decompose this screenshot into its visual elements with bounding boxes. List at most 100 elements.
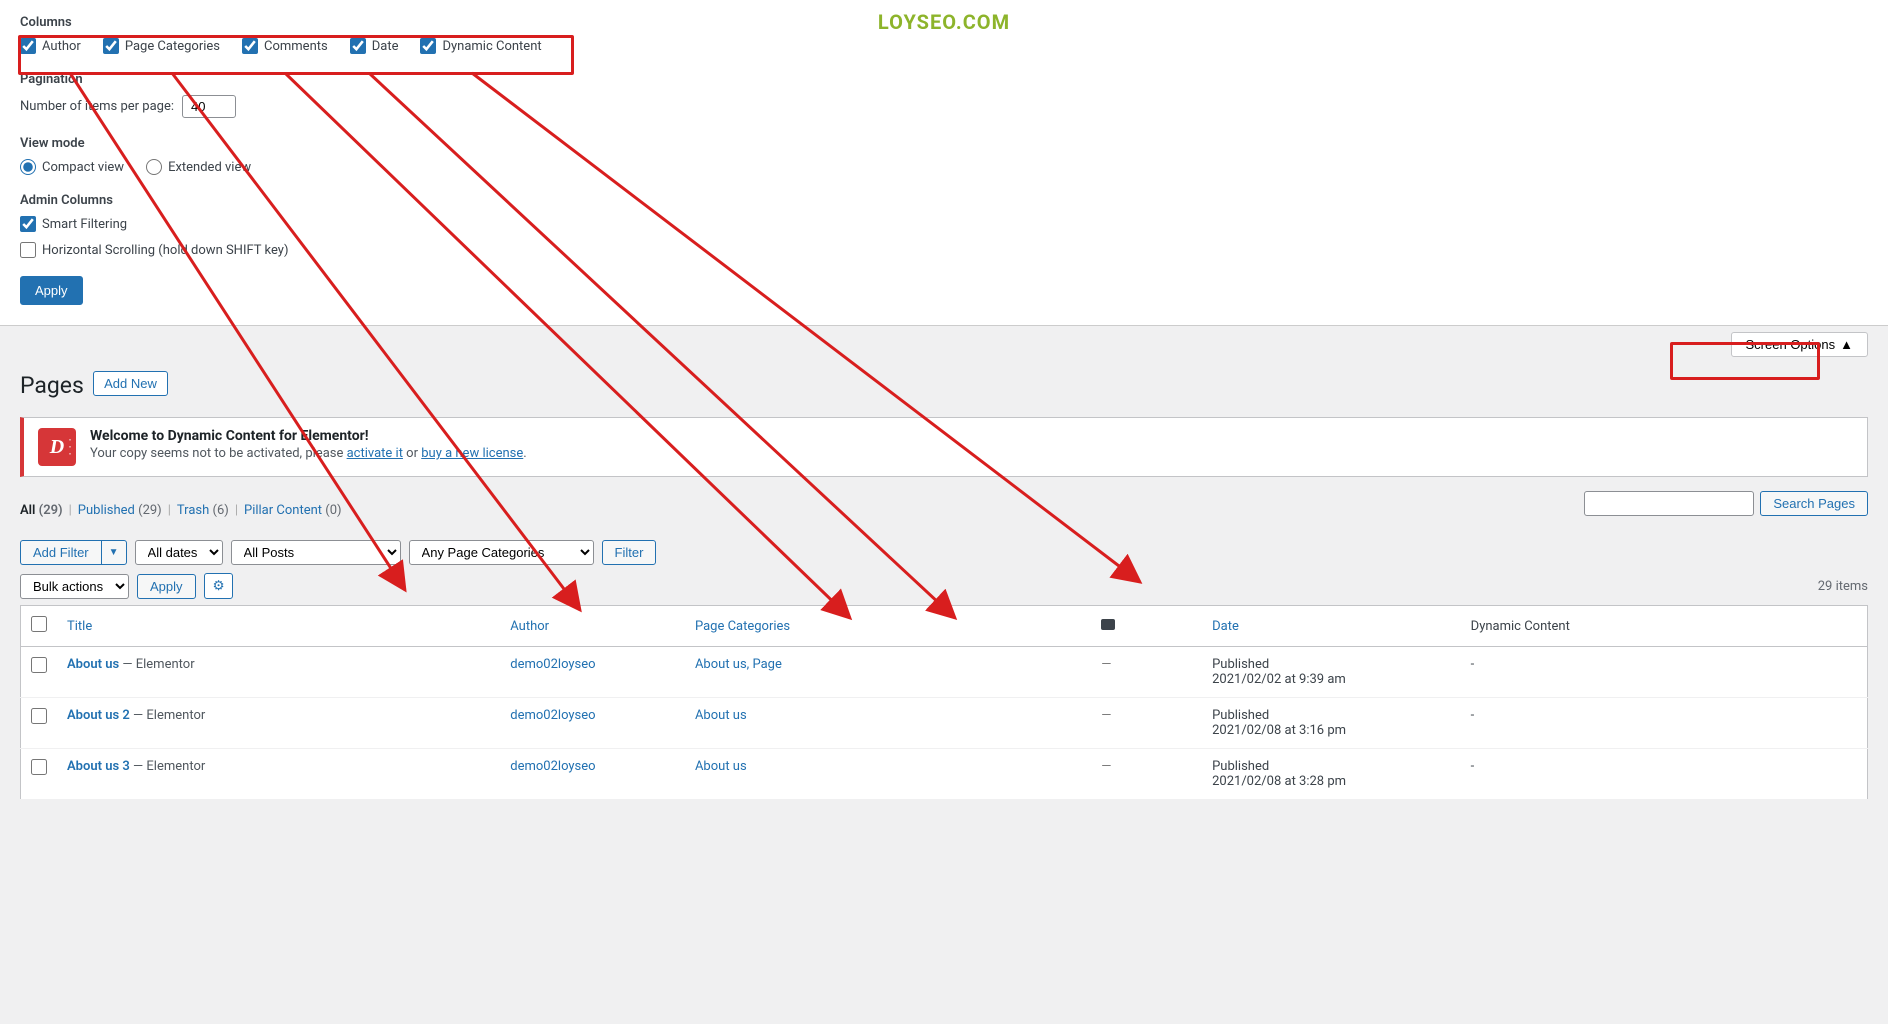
categories-link[interactable]: About us, Page (695, 657, 782, 672)
view-extended[interactable]: Extended view (146, 159, 251, 175)
watermark: LOYSEO.COM (878, 10, 1010, 34)
table-row: About us — Elementordemo02loyseoAbout us… (21, 647, 1868, 698)
row-checkbox[interactable] (31, 708, 47, 724)
column-check-comments[interactable]: Comments (242, 38, 328, 54)
screen-options-toggle[interactable]: Screen Options ▲ (1731, 332, 1868, 357)
page-title-link[interactable]: About us 2 (67, 708, 130, 723)
pages-table: Title Author Page Categories Date Dynami… (20, 605, 1868, 800)
dynamic-value: - (1471, 657, 1475, 672)
view-compact[interactable]: Compact view (20, 159, 124, 175)
search-box: Search Pages (1584, 491, 1868, 516)
pagination-fieldset: Pagination Number of items per page: (20, 72, 1868, 118)
search-input[interactable] (1584, 491, 1754, 516)
apply-screen-options-button[interactable]: Apply (20, 276, 83, 305)
filter-button[interactable]: Filter (602, 540, 657, 565)
header-author[interactable]: Author (510, 619, 549, 634)
filter-pillar-content[interactable]: Pillar Content (0) (244, 503, 342, 518)
notice-body: Welcome to Dynamic Content for Elementor… (90, 428, 527, 461)
checkbox-horiz-scroll[interactable] (20, 242, 36, 258)
admin-columns-legend: Admin Columns (20, 193, 113, 208)
add-filter-group: Add Filter ▼ (20, 540, 127, 565)
date-status: Published (1212, 657, 1451, 672)
activation-notice: D Welcome to Dynamic Content for Element… (20, 417, 1868, 477)
notice-message: Your copy seems not to be activated, ple… (90, 446, 527, 461)
columns-legend: Columns (20, 15, 72, 30)
activate-link[interactable]: activate it (347, 446, 403, 461)
dynamic-value: - (1471, 708, 1475, 723)
select-all-checkbox[interactable] (31, 616, 47, 632)
tablenav-bulk: Bulk actions Apply ⚙ 29 items (20, 573, 1868, 599)
author-link[interactable]: demo02loyseo (510, 708, 595, 723)
items-count: 29 items (1818, 579, 1868, 594)
posts-filter-select[interactable]: All Posts (231, 540, 401, 565)
table-row: About us 2 — Elementor demo02loyseo About … (21, 698, 1868, 749)
view-mode-legend: View mode (20, 136, 85, 151)
title-suffix: — Elementor (130, 708, 205, 723)
admin-columns-fieldset: Admin Columns Smart Filtering Horizontal… (20, 193, 1868, 258)
radio-extended[interactable] (146, 159, 162, 175)
per-page-label: Number of items per page: (20, 99, 174, 114)
buy-license-link[interactable]: buy a new license (421, 446, 523, 461)
comments-dash: — (1101, 759, 1111, 774)
dynamic-value: - (1471, 759, 1475, 774)
date-status: Published (1212, 708, 1451, 723)
date-status: Published (1212, 759, 1451, 774)
table-row: About us 3 — Elementor demo02loyseo About … (21, 749, 1868, 800)
chevron-up-icon: ▲ (1840, 337, 1853, 352)
checkbox-page-categories[interactable] (103, 38, 119, 54)
row-checkbox[interactable] (31, 657, 47, 673)
filter-published[interactable]: Published (29) (78, 503, 162, 518)
checkbox-smart-filtering[interactable] (20, 216, 36, 232)
category-filter-select[interactable]: Any Page Categories (409, 540, 594, 565)
add-filter-dropdown-button[interactable]: ▼ (101, 540, 127, 565)
date-value: 2021/02/08 at 3:16 pm (1212, 723, 1346, 738)
header-categories[interactable]: Page Categories (695, 619, 790, 634)
author-link[interactable]: demo02loyseo (510, 657, 595, 672)
bulk-actions-select[interactable]: Bulk actions (20, 574, 129, 599)
columns-checkbox-row: Author Page Categories Comments Date Dyn… (20, 38, 1868, 54)
view-mode-fieldset: View mode Compact view Extended view (20, 136, 1868, 175)
date-value: 2021/02/08 at 3:28 pm (1212, 774, 1346, 789)
notice-title: Welcome to Dynamic Content for Elementor… (90, 428, 369, 444)
header-date[interactable]: Date (1212, 619, 1239, 634)
checkbox-comments[interactable] (242, 38, 258, 54)
page-title-link[interactable]: About us 3 (67, 759, 130, 774)
gear-icon: ⚙ (213, 578, 225, 593)
categories-link[interactable]: About us (695, 759, 747, 774)
header-title[interactable]: Title (67, 619, 92, 634)
pagination-legend: Pagination (20, 72, 83, 87)
date-value: 2021/02/02 at 9:39 am (1212, 672, 1346, 687)
tablenav-top: Add Filter ▼ All dates All Posts Any Pag… (20, 540, 1868, 565)
title-suffix: — Elementor (130, 759, 205, 774)
search-pages-button[interactable]: Search Pages (1760, 491, 1868, 516)
checkbox-date[interactable] (350, 38, 366, 54)
column-check-date[interactable]: Date (350, 38, 399, 54)
add-new-button[interactable]: Add New (93, 371, 168, 396)
checkbox-author[interactable] (20, 38, 36, 54)
categories-link[interactable]: About us (695, 708, 747, 723)
page-title: Pages (20, 372, 84, 399)
per-page-input[interactable] (182, 95, 236, 118)
author-link[interactable]: demo02loyseo (510, 759, 595, 774)
column-check-page-categories[interactable]: Page Categories (103, 38, 220, 54)
smart-filtering-check[interactable]: Smart Filtering (20, 216, 1868, 232)
dce-logo-icon: D (38, 428, 76, 466)
screen-meta-links: Screen Options ▲ (0, 326, 1888, 363)
column-check-dynamic-content[interactable]: Dynamic Content (420, 38, 541, 54)
filter-all[interactable]: All (29) (20, 503, 63, 518)
column-settings-button[interactable]: ⚙ (204, 573, 234, 599)
screen-options-panel: Columns Author Page Categories Comments … (0, 0, 1888, 326)
checkbox-dynamic-content[interactable] (420, 38, 436, 54)
radio-compact[interactable] (20, 159, 36, 175)
date-filter-select[interactable]: All dates (135, 540, 223, 565)
page-title-link[interactable]: About us (67, 657, 119, 672)
filter-trash[interactable]: Trash (6) (177, 503, 229, 518)
horiz-scroll-check[interactable]: Horizontal Scrolling (hold down SHIFT ke… (20, 242, 1868, 258)
comments-dash: — (1101, 708, 1111, 723)
row-checkbox[interactable] (31, 759, 47, 775)
add-filter-button[interactable]: Add Filter (20, 540, 101, 565)
main-wrap: Pages Add New D Welcome to Dynamic Conte… (0, 363, 1888, 800)
comments-icon (1101, 619, 1115, 630)
column-check-author[interactable]: Author (20, 38, 81, 54)
bulk-apply-button[interactable]: Apply (137, 574, 196, 599)
